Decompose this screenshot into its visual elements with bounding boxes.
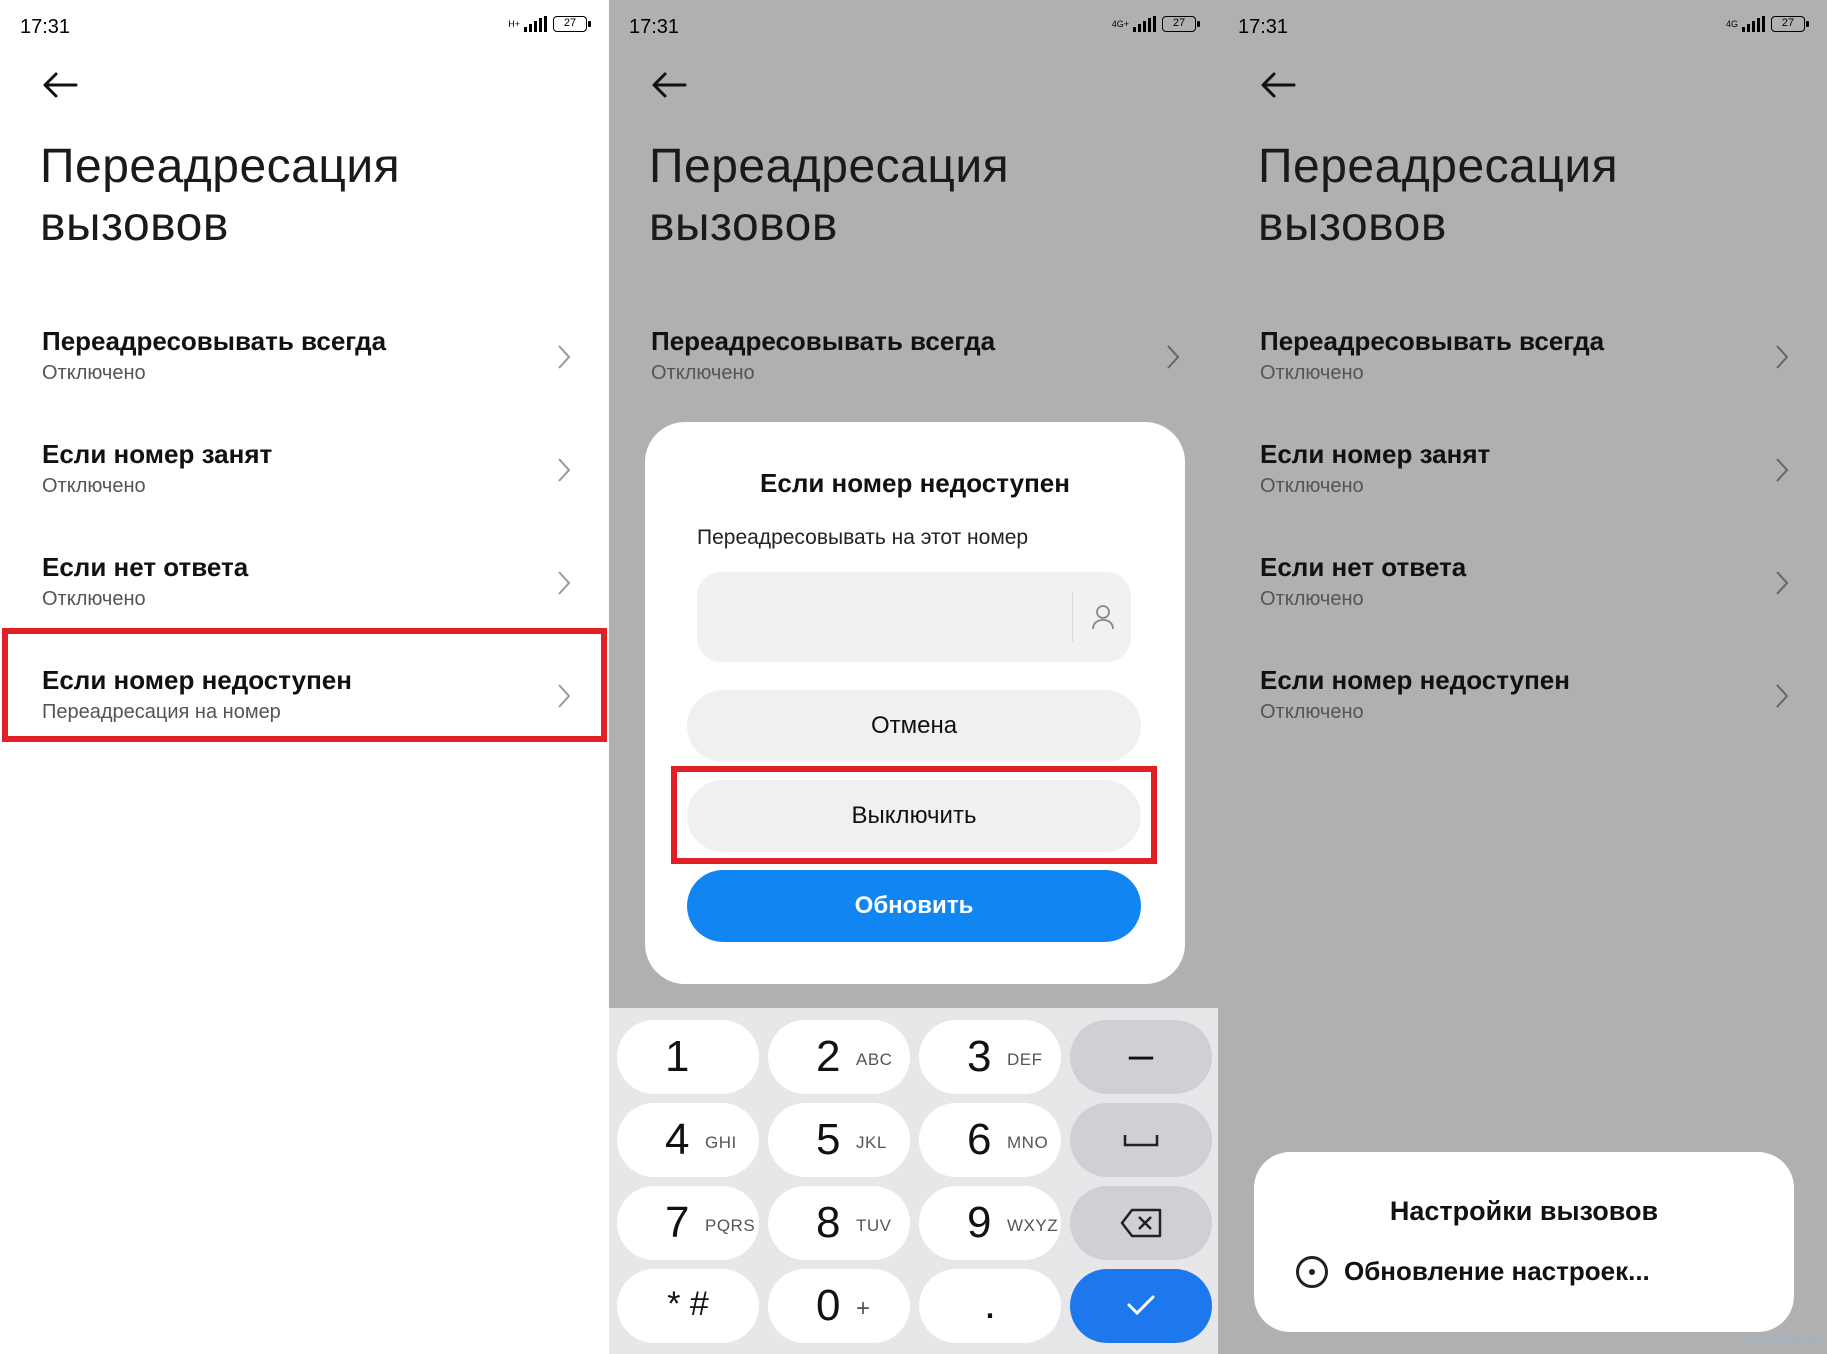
status-bar: 17:31 4G+ 27 [629,14,1200,42]
battery-icon: 27 [553,16,591,32]
back-arrow-icon[interactable] [1258,70,1298,100]
signal-icon [1742,16,1765,32]
status-time: 17:31 [20,16,71,38]
checkmark-icon [1127,1295,1155,1316]
progress-dialog: Настройки вызовов Обновление настроек... [1254,1152,1794,1332]
setting-forward-always[interactable]: Переадресовывать всегда Отключено [609,310,1218,422]
status-bar: 17:31 H+ 27 [20,14,591,42]
key-9[interactable]: 9 WXYZ [919,1186,1061,1260]
network-type: 4G [1725,18,1738,29]
chevron-right-icon [558,571,571,595]
screen-call-forwarding: 17:31 H+ 27 Переадресация вызовов Переад… [0,0,609,1354]
numeric-keypad: 1 2 ABC 3 DEF – 4 GHI 5 JKL 6 MNO 7 PQRS 8 TUV … [609,1008,1218,1354]
screen-forwarding-dialog: 17:31 4G+ 27 Переадресация вызовов Переа… [609,0,1218,1354]
key-space[interactable] [1070,1103,1212,1177]
network-type: 4G+ [1111,18,1129,29]
battery-icon: 27 [1162,16,1200,32]
page-title: Переадресация вызовов [649,140,1010,251]
progress-title: Настройки вызовов [1389,1196,1659,1226]
setting-if-busy[interactable]: Если номер занят Отключено [0,423,609,535]
back-arrow-icon[interactable] [649,70,689,100]
key-star-hash[interactable]: * # [617,1269,759,1343]
chevron-right-icon [558,458,571,482]
chevron-right-icon [1167,345,1180,369]
network-type: H+ [508,18,520,29]
status-time: 17:31 [629,16,680,38]
setting-no-answer[interactable]: Если нет ответа Отключено [1218,536,1827,648]
setting-if-busy[interactable]: Если номер занят Отключено [1218,423,1827,535]
key-dot[interactable]: . [919,1269,1061,1343]
contact-picker-icon[interactable] [1091,604,1115,630]
progress-message: Обновление настроек... [1344,1256,1650,1286]
watermark: 24hitech.ru [1746,1331,1821,1348]
space-icon [1123,1135,1159,1147]
divider [1072,592,1073,642]
chevron-right-icon [1776,458,1789,482]
key-8[interactable]: 8 TUV [768,1186,910,1260]
setting-forward-always[interactable]: Переадресовывать всегда Отключено [0,310,609,422]
phone-number-input[interactable] [697,572,1131,662]
dialog-field-label: Переадресовывать на этот номер [697,526,1029,549]
backspace-icon [1120,1208,1162,1238]
key-1[interactable]: 1 [617,1020,759,1094]
key-2[interactable]: 2 ABC [768,1020,910,1094]
screen-updating-settings: 17:31 4G 27 Переадресация вызовов Переад… [1218,0,1827,1354]
status-time: 17:31 [1238,16,1289,38]
chevron-right-icon [1776,571,1789,595]
page-title: Переадресация вызовов [1258,140,1619,251]
highlight-box [671,766,1157,864]
battery-icon: 27 [1771,16,1809,32]
key-5[interactable]: 5 JKL [768,1103,910,1177]
signal-icon [1133,16,1156,32]
back-arrow-icon[interactable] [40,70,80,100]
highlight-box [2,628,607,742]
update-button[interactable]: Обновить [687,870,1141,942]
key-4[interactable]: 4 GHI [617,1103,759,1177]
signal-icon [524,16,547,32]
dialog-title: Если номер недоступен [760,468,1070,498]
status-bar: 17:31 4G 27 [1238,14,1809,42]
key-backspace[interactable] [1070,1186,1212,1260]
chevron-right-icon [1776,345,1789,369]
key-confirm[interactable] [1070,1269,1212,1343]
setting-forward-always[interactable]: Переадресовывать всегда Отключено [1218,310,1827,422]
setting-unreachable[interactable]: Если номер недоступен Отключено [1218,649,1827,761]
key-6[interactable]: 6 MNO [919,1103,1061,1177]
key-minus[interactable]: – [1070,1020,1212,1094]
chevron-right-icon [1776,684,1789,708]
key-3[interactable]: 3 DEF [919,1020,1061,1094]
loading-spinner-icon [1296,1256,1328,1288]
page-title: Переадресация вызовов [40,140,401,251]
key-0[interactable]: 0 + [768,1269,910,1343]
cancel-button[interactable]: Отмена [687,690,1141,762]
chevron-right-icon [558,345,571,369]
forwarding-dialog: Если номер недоступен Переадресовывать н… [645,422,1185,984]
key-7[interactable]: 7 PQRS [617,1186,759,1260]
